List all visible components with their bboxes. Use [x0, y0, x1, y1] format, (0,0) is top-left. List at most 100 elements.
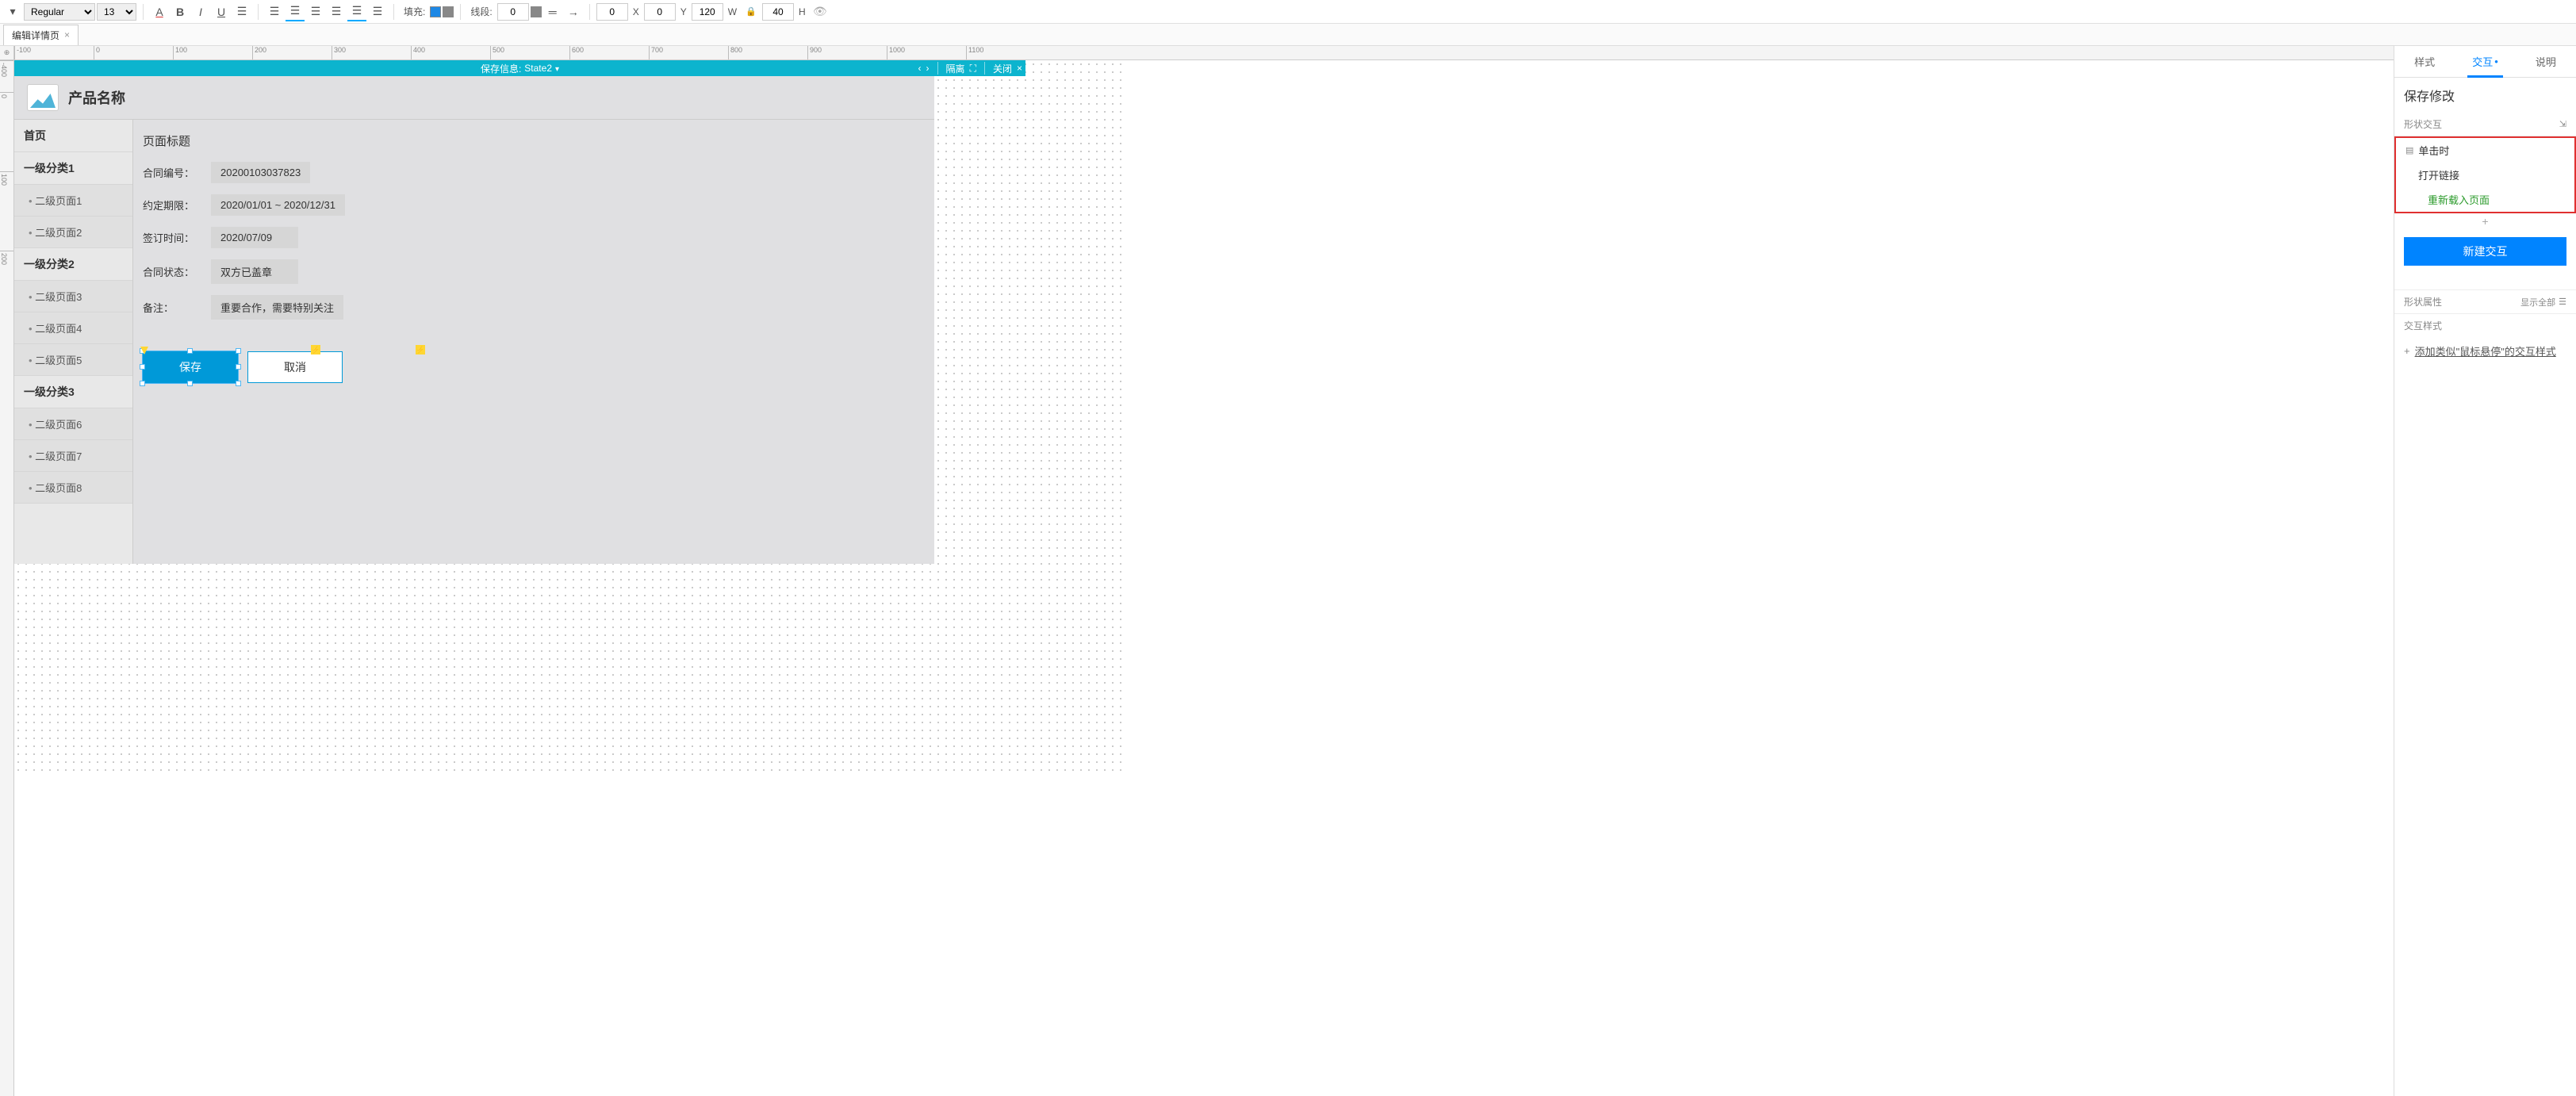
section-shape-properties: 形状属性 显示全部 ☰ — [2394, 289, 2576, 314]
horizontal-ruler[interactable]: -100 0 100 200 300 400 500 600 700 800 9… — [14, 46, 2394, 60]
resize-handle[interactable] — [140, 381, 145, 386]
fill-color-swatch[interactable] — [430, 6, 441, 17]
dp-prev-icon[interactable]: ‹ — [918, 63, 922, 74]
tab-title: 编辑详情页 — [12, 29, 59, 42]
vertical-ruler[interactable]: -400 0 100 200 — [0, 60, 14, 1096]
tab-notes[interactable]: 说明 — [2516, 46, 2576, 77]
align-right-button[interactable]: ☰ — [306, 2, 325, 21]
resize-handle[interactable] — [187, 348, 193, 354]
interaction-action[interactable]: 打开链接 — [2396, 163, 2574, 187]
sidebar-sub5[interactable]: 二级页面5 — [14, 344, 132, 376]
cancel-button[interactable]: 取消 — [247, 351, 343, 383]
dp-isolate-button[interactable]: 隔离 — [946, 62, 965, 75]
underline-button[interactable]: U — [212, 2, 231, 21]
x-label: X — [633, 6, 639, 17]
sidebar-sub2[interactable]: 二级页面2 — [14, 217, 132, 248]
canvas-scroll[interactable]: 保存信息: State2 ‹ › 隔离 ⛶ 关闭 × — [14, 60, 2394, 1096]
valign-middle-button[interactable]: ☰ — [347, 2, 366, 21]
dp-next-icon[interactable]: › — [926, 63, 930, 74]
footnote-badge-icon[interactable] — [140, 347, 148, 354]
interaction-badge-icon[interactable]: ⚡ — [416, 345, 425, 354]
field-row: 签订时间：2020/07/09 — [143, 227, 925, 248]
sidebar-sub8[interactable]: 二级页面8 — [14, 472, 132, 504]
interaction-event[interactable]: 单击时 — [2396, 138, 2574, 163]
align-left-button[interactable]: ☰ — [265, 2, 284, 21]
format-toolbar: ▾ Regular 13 A B I U ☰ ☰ ☰ ☰ ☰ ☰ ☰ 填充: 线… — [0, 0, 2576, 24]
y-label: Y — [680, 6, 687, 17]
interaction-case-box[interactable]: 单击时 打开链接 重新载入页面 — [2394, 136, 2576, 213]
line-width-input[interactable] — [497, 3, 529, 21]
canvas-content[interactable]: 保存信息: State2 ‹ › 隔离 ⛶ 关闭 × — [14, 60, 1125, 774]
sidebar-cat3[interactable]: 一级分类3 — [14, 376, 132, 408]
bold-button[interactable]: B — [171, 2, 190, 21]
section-interaction-styles: 交互样式 — [2394, 314, 2576, 337]
content-heading: 页面标题 — [143, 132, 925, 149]
selection-name[interactable]: 保存修改 — [2394, 78, 2576, 113]
inspector-tabs: 样式 交互 说明 — [2394, 46, 2576, 78]
sidebar-sub4[interactable]: 二级页面4 — [14, 312, 132, 344]
document-tab[interactable]: 编辑详情页 × — [3, 25, 79, 45]
page-header: 产品名称 — [14, 76, 934, 120]
italic-button[interactable]: I — [191, 2, 210, 21]
dp-close-icon[interactable]: × — [1017, 63, 1022, 74]
sidebar-sub3[interactable]: 二级页面3 — [14, 281, 132, 312]
valign-bottom-button[interactable]: ☰ — [368, 2, 387, 21]
sidebar-cat2[interactable]: 一级分类2 — [14, 248, 132, 281]
field-row: 合同编号：20200103037823 — [143, 162, 925, 183]
x-input[interactable] — [596, 3, 628, 21]
bullet-list-button[interactable]: ☰ — [232, 2, 251, 21]
visibility-icon[interactable]: 👁 — [811, 2, 830, 21]
main-layout: ⊕ -100 0 100 200 300 400 500 600 700 800… — [0, 46, 2576, 1096]
mockup-sidebar: 首页 一级分类1 二级页面1 二级页面2 一级分类2 二级页面3 二级页面4 二… — [14, 120, 133, 564]
section-expand-icon[interactable]: ⇲ — [2559, 119, 2566, 129]
dp-expand-icon[interactable]: ⛶ — [970, 63, 976, 75]
font-weight-select[interactable]: Regular — [24, 3, 95, 21]
w-label: W — [728, 6, 737, 17]
ruler-corner[interactable]: ⊕ — [0, 46, 14, 60]
sidebar-sub1[interactable]: 二级页面1 — [14, 185, 132, 217]
add-interaction-icon[interactable]: + — [2394, 213, 2576, 229]
new-interaction-button[interactable]: 新建交互 — [2404, 237, 2566, 266]
sidebar-sub6[interactable]: 二级页面6 — [14, 408, 132, 440]
font-family-dropdown[interactable]: ▾ — [3, 2, 22, 21]
resize-handle[interactable] — [236, 381, 241, 386]
add-hover-style-link[interactable]: + 添加类似"鼠标悬停"的交互样式 — [2394, 337, 2576, 365]
line-style-button[interactable]: ═ — [543, 2, 562, 21]
plus-icon: + — [2404, 345, 2410, 357]
interaction-target[interactable]: 重新载入页面 — [2396, 187, 2574, 212]
w-input[interactable] — [692, 3, 723, 21]
line-label: 线段: — [470, 5, 492, 18]
sidebar-home[interactable]: 首页 — [14, 120, 132, 152]
font-size-select[interactable]: 13 — [97, 3, 136, 21]
dp-state-dropdown[interactable]: State2 — [524, 63, 559, 74]
resize-handle[interactable] — [140, 364, 145, 370]
button-row: 保存 — [143, 351, 925, 383]
field-row: 约定期限：2020/01/01 ~ 2020/12/31 — [143, 194, 925, 216]
h-input[interactable] — [762, 3, 794, 21]
inspector-panel: 样式 交互 说明 保存修改 形状交互 ⇲ 单击时 打开链接 重新载入页面 + 新… — [2394, 46, 2576, 1096]
sidebar-sub7[interactable]: 二级页面7 — [14, 440, 132, 472]
resize-handle[interactable] — [236, 364, 241, 370]
h-label: H — [799, 6, 806, 17]
y-input[interactable] — [644, 3, 676, 21]
save-button[interactable]: 保存 — [143, 351, 238, 383]
dp-close-button[interactable]: 关闭 — [993, 62, 1012, 75]
close-tab-icon[interactable]: × — [64, 29, 70, 40]
show-all-toggle[interactable]: 显示全部 ☰ — [2520, 296, 2566, 308]
lock-aspect-icon[interactable]: 🔒 — [742, 2, 761, 21]
line-color-swatch[interactable] — [531, 6, 542, 17]
product-logo[interactable] — [27, 84, 59, 111]
tab-style[interactable]: 样式 — [2394, 46, 2455, 77]
interaction-badge-icon[interactable]: ⚡ — [311, 345, 320, 354]
align-center-button[interactable]: ☰ — [286, 2, 305, 21]
tab-interactions[interactable]: 交互 — [2455, 46, 2515, 77]
arrow-style-button[interactable]: → — [564, 2, 583, 21]
resize-handle[interactable] — [236, 348, 241, 354]
fill-label: 填充: — [404, 5, 425, 18]
resize-handle[interactable] — [187, 381, 193, 386]
sidebar-cat1[interactable]: 一级分类1 — [14, 152, 132, 185]
fill-secondary-swatch[interactable] — [443, 6, 454, 17]
mockup-content: 页面标题 合同编号：20200103037823 约定期限：2020/01/01… — [133, 120, 934, 564]
text-color-button[interactable]: A — [150, 2, 169, 21]
valign-top-button[interactable]: ☰ — [327, 2, 346, 21]
